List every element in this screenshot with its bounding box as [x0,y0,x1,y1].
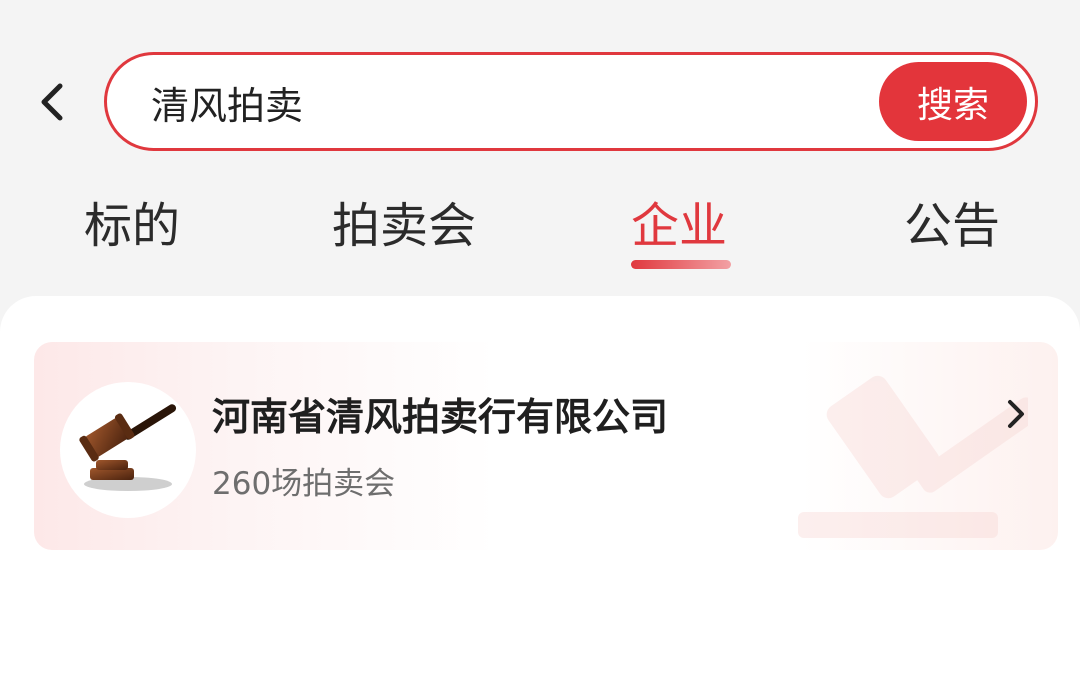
search-button[interactable]: 搜索 [879,62,1027,141]
company-name: 河南省清风拍卖行有限公司 [212,395,669,439]
active-tab-indicator [631,260,731,269]
chevron-left-icon [41,83,63,121]
chevron-right-icon [1008,400,1024,428]
tab-items[interactable]: 标的 [84,188,180,264]
gavel-watermark-icon [798,375,1028,538]
tab-announcements[interactable]: 公告 [904,188,1000,264]
company-logo [60,382,196,518]
search-input[interactable] [151,73,851,131]
gavel-icon [79,404,177,491]
company-card[interactable]: 河南省清风拍卖行有限公司 260场拍卖会 [34,342,1058,550]
back-button[interactable] [34,80,74,124]
tab-auctions[interactable]: 拍卖会 [332,188,476,264]
tab-bar: 标的 拍卖会 企业 公告 [0,188,1080,278]
auction-count: 260场拍卖会 [212,466,396,502]
tab-companies[interactable]: 企业 [631,188,727,264]
search-bar: 搜索 [104,52,1038,151]
